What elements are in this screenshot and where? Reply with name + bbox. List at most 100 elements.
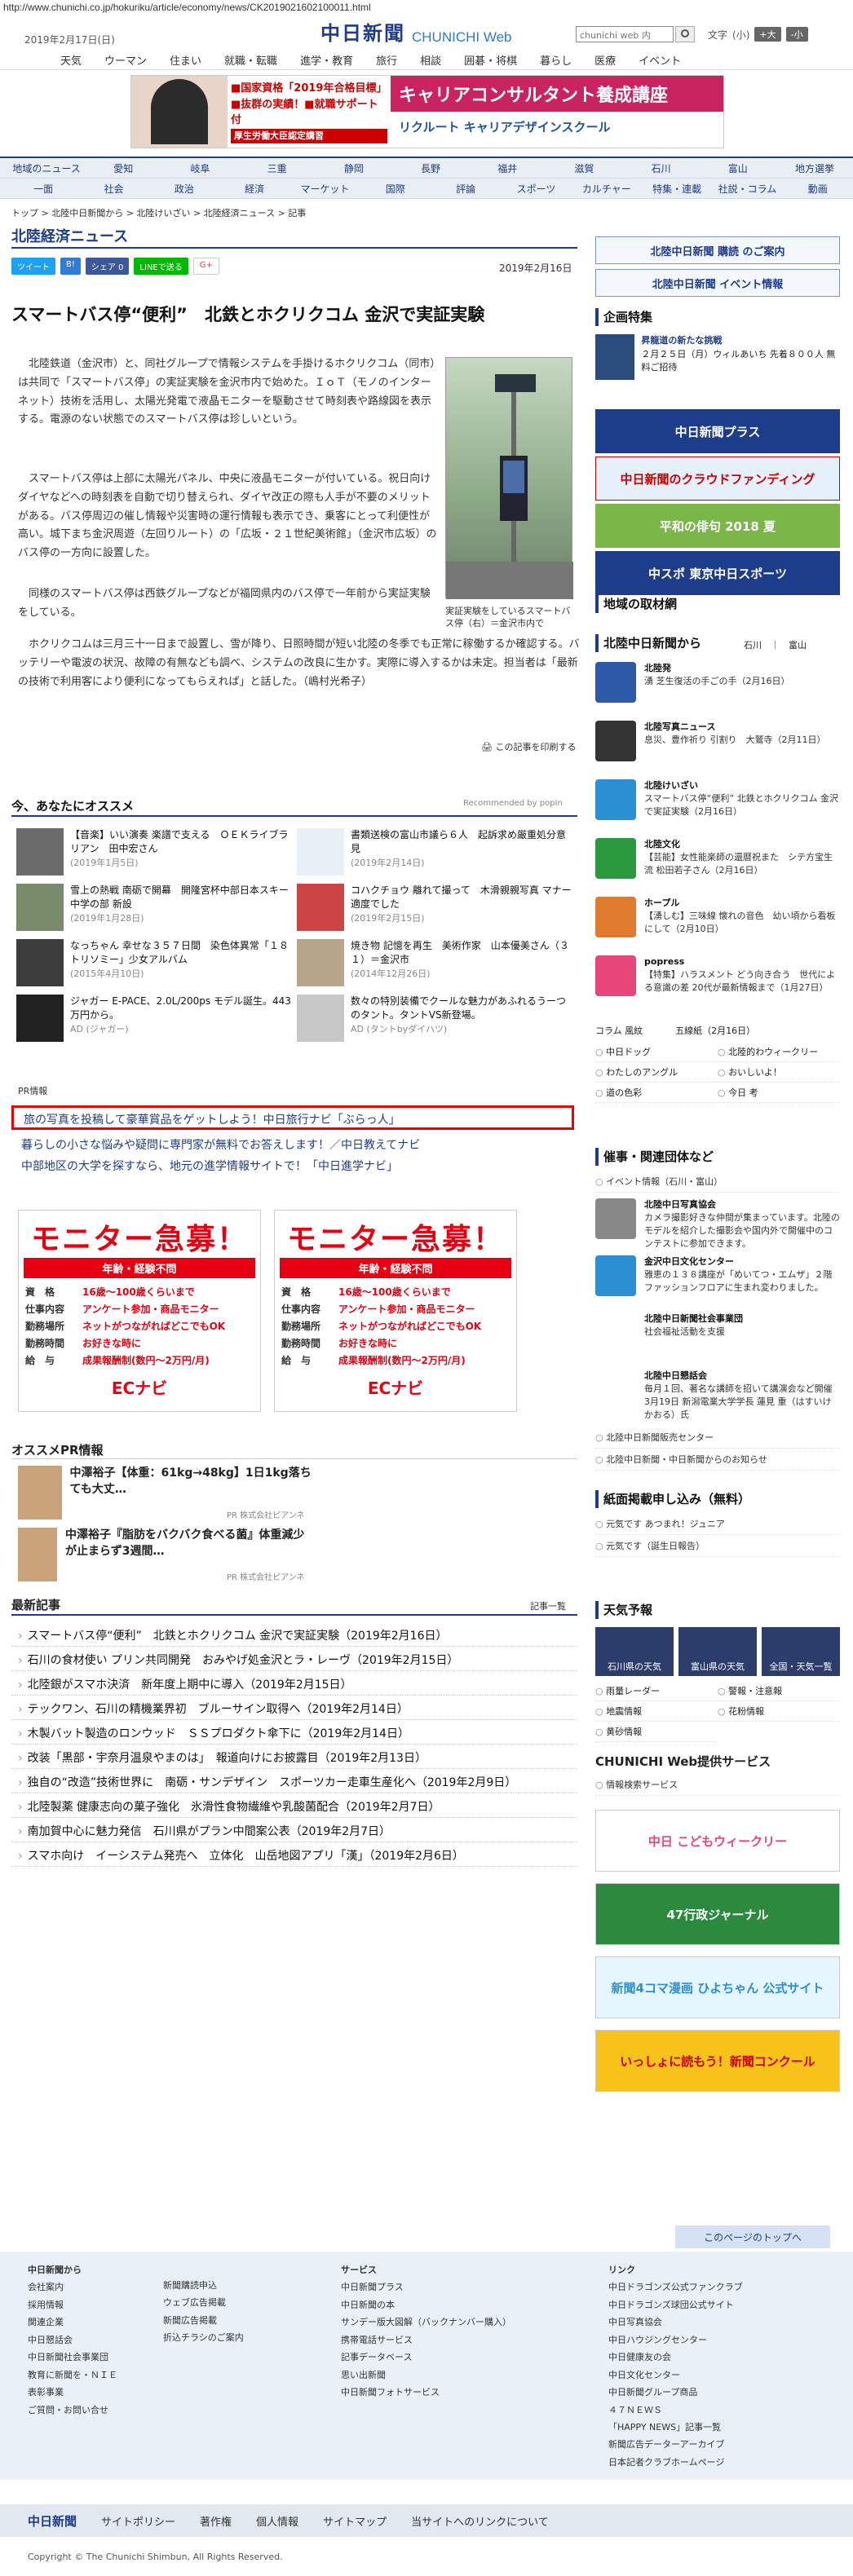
catnav-item[interactable]: 一面 bbox=[8, 182, 78, 196]
font-smaller-button[interactable]: -小 bbox=[785, 27, 808, 42]
footer-link[interactable]: 思い出新聞 bbox=[341, 2366, 511, 2384]
recommend-item[interactable]: ジャガー E-PACE、2.0L/200ps モデル誕生。443万円から。 AD … bbox=[16, 995, 294, 1043]
footer-bar-link[interactable]: 個人情報 bbox=[256, 2513, 298, 2529]
tweet-button[interactable]: ツイート bbox=[11, 258, 55, 275]
chuspo-banner[interactable]: 中スポ 東京中日スポーツ bbox=[595, 551, 840, 595]
sidebar-link[interactable]: 中日ドッグ bbox=[595, 1042, 718, 1062]
hokuriku-item[interactable]: 北陸発湧 芝生復活の手ごの手（2月16日） bbox=[595, 659, 840, 706]
column-row[interactable]: コラム 風紋 五線紙（2月16日） bbox=[595, 1024, 840, 1037]
site-logo[interactable]: 中日新聞 CHUNICHI Web bbox=[320, 21, 511, 46]
osusume-pr-item[interactable]: 中澤裕子『脂肪をバクバク食べる菌』体重減少が止まらず3週間… PR 株式会社ピア… bbox=[18, 1528, 312, 1582]
sidebar-link[interactable]: おいしいよ！ bbox=[718, 1062, 840, 1083]
catnav-item[interactable]: 特集・連載 bbox=[642, 182, 712, 196]
weather-link[interactable]: 地震情報 bbox=[595, 1701, 718, 1722]
latest-news-item[interactable]: 改装「黒部・宇奈月温泉やまのは」 報道向けにお披露目（2019年2月13日） bbox=[11, 1745, 577, 1769]
article-photo[interactable] bbox=[445, 357, 573, 599]
footer-link[interactable]: 中日新聞フォトサービス bbox=[341, 2384, 511, 2401]
footer-link[interactable]: 会社案内 bbox=[28, 2278, 117, 2296]
ecnavi-ad-right[interactable]: モニター急募！ 年齢・経験不問 資 格 16歳～100歳くらいまで 仕事内容 アンケー… bbox=[274, 1210, 517, 1412]
topnav-item[interactable]: 旅行 bbox=[365, 49, 409, 71]
footer-link[interactable]: 新聞広告掲載 bbox=[163, 2312, 244, 2329]
footer-link[interactable]: 記事データベース bbox=[341, 2349, 511, 2366]
crowdfunding-banner[interactable]: 中日新聞のクラウドファンディング bbox=[595, 457, 840, 501]
subscribe-button[interactable]: 北陸中日新聞 購読 のご案内 bbox=[595, 236, 840, 264]
topnav-item[interactable]: 相談 bbox=[409, 49, 453, 71]
footer-link[interactable]: 中日ドラゴンズ公式ファンクラブ bbox=[608, 2278, 743, 2296]
shimen-link[interactable]: 元気です（誕生日報告） bbox=[595, 1535, 840, 1557]
line-share-button[interactable]: LINEで送る bbox=[134, 258, 188, 275]
saiji-item[interactable]: 北陸中日新聞社会事業団 社会福祉活動を支援 bbox=[595, 1309, 840, 1356]
footer-link[interactable]: 中日懇話会 bbox=[28, 2331, 117, 2349]
sidebar-banner[interactable]: 47行政ジャーナル bbox=[595, 1883, 840, 1945]
pr-link-3[interactable]: 中部地区の大学を探すなら、地元の進学情報サイトで！「中日進学ナビ」 bbox=[21, 1158, 398, 1174]
latest-news-item[interactable]: 北陸製薬 健康志向の菓子強化 氷滑性食物繊維や乳酸菌配合（2019年2月7日） bbox=[11, 1793, 577, 1818]
font-bigger-button[interactable]: +大 bbox=[754, 27, 781, 42]
catnav-item[interactable]: 地域のニュース bbox=[8, 161, 85, 175]
footer-link[interactable]: 中日新聞プラス bbox=[341, 2278, 511, 2296]
weather-link[interactable]: 雨量レーダー bbox=[595, 1681, 718, 1701]
google-plus-button[interactable]: G+ bbox=[192, 258, 219, 275]
topnav-item[interactable]: イベント bbox=[627, 49, 692, 71]
catnav-item[interactable]: 岐阜 bbox=[161, 161, 238, 175]
footer-link[interactable]: 教育に新聞を・ＮＩＥ bbox=[28, 2366, 117, 2384]
weather-link[interactable]: 黄砂情報 bbox=[595, 1722, 718, 1742]
sidebar-banner[interactable]: 新聞4コマ漫画 ひよちゃん 公式サイト bbox=[595, 1956, 840, 2018]
weather-link[interactable]: 花粉情報 bbox=[718, 1701, 840, 1722]
peace-haiku-banner[interactable]: 平和の俳句 2018 夏 bbox=[595, 504, 840, 548]
site-search-input[interactable]: chunichi web 内 bbox=[576, 26, 674, 42]
search-button[interactable] bbox=[675, 26, 695, 42]
catnav-item[interactable]: 福井 bbox=[469, 161, 546, 175]
footer-link[interactable]: ご質問・お問い合せ bbox=[28, 2402, 117, 2419]
latest-news-item[interactable]: スマートバス停“便利” 北鉄とホクリクコム 金沢で実証実験（2019年2月16日… bbox=[11, 1622, 577, 1647]
recommend-item[interactable]: 【音楽】いい演奏 楽譜で支える ＯＥＫライブラリアン 田中宏さん (2019年1月… bbox=[16, 828, 294, 877]
sidebar-chiiki-title[interactable]: 地域の取材網 bbox=[595, 595, 840, 613]
footer-link[interactable]: 新聞広告データーアーカイブ bbox=[608, 2436, 743, 2453]
kikaku-item[interactable]: 昇龍道の新たな挑戦 ２月２５日（月）ウィルあいち 先着８００人 無料ご招待 bbox=[595, 334, 840, 380]
footer-link[interactable]: 中日新聞グループ商品 bbox=[608, 2384, 743, 2401]
saiji-link[interactable]: 北陸中日新聞・中日新聞からのお知らせ bbox=[595, 1449, 840, 1471]
chunichi-plus-banner[interactable]: 中日新聞プラス bbox=[595, 409, 840, 453]
sidebar-banner[interactable]: いっしょに読もう！新聞コンクール bbox=[595, 2030, 840, 2092]
recommend-item[interactable]: 数々の特別装備でクールな魅力があふれるうーつのタント。タントVS新登場。 AD (… bbox=[297, 995, 574, 1043]
catnav-item[interactable]: 愛知 bbox=[85, 161, 161, 175]
footer-link[interactable]: 中日写真協会 bbox=[608, 2314, 743, 2331]
back-to-top-button[interactable]: このページのトップへ bbox=[675, 2225, 830, 2248]
footer-link[interactable]: 関連企業 bbox=[28, 2314, 117, 2331]
hokuriku-item[interactable]: 北陸けいざい スマートバス停“便利” 北鉄とホクリクコム 金沢で実証実験（2月16… bbox=[595, 776, 840, 823]
recommend-item[interactable]: なっちゃん 幸せな３５７日間 染色体異常「１８トリソミー」少女アルバム (2015… bbox=[16, 939, 294, 988]
event-info-button[interactable]: 北陸中日新聞 イベント情報 bbox=[595, 269, 840, 297]
catnav-item[interactable]: 国際 bbox=[360, 182, 431, 196]
catnav-item[interactable]: マーケット bbox=[289, 182, 360, 196]
latest-news-item[interactable]: 北陸銀がスマホ決済 新年度上期中に導入（2019年2月15日） bbox=[11, 1671, 577, 1696]
facebook-share-button[interactable]: シェア 0 bbox=[85, 258, 130, 275]
footer-link[interactable]: 「HAPPY NEWS」記事一覧 bbox=[608, 2419, 743, 2436]
footer-link[interactable]: 折込チラシのご案内 bbox=[163, 2329, 244, 2346]
footer-link[interactable]: ４７ＮＥＷＳ bbox=[608, 2402, 743, 2419]
catnav-item[interactable]: 長野 bbox=[392, 161, 469, 175]
footer-link[interactable]: 中日ドラゴンズ球団公式サイト bbox=[608, 2296, 743, 2314]
latest-news-item[interactable]: テックワン、石川の精機業界初 ブルーサイン取得へ（2019年2月14日） bbox=[11, 1696, 577, 1720]
saiji-item[interactable]: 金沢中日文化センター 雅恵の１３８講座が「めいてつ・エムザ」２階ファッションフロア… bbox=[595, 1252, 840, 1299]
footer-link[interactable]: サンデー版大図解（バックナンバー購入） bbox=[341, 2314, 511, 2331]
footer-link[interactable]: 中日健康友の会 bbox=[608, 2349, 743, 2366]
footer-link[interactable]: 中日ハウジングセンター bbox=[608, 2331, 743, 2349]
topnav-item[interactable]: 進学・教育 bbox=[289, 49, 365, 71]
catnav-item[interactable]: 三重 bbox=[239, 161, 316, 175]
catnav-item[interactable]: 富山 bbox=[700, 161, 776, 175]
hokuriku-item[interactable]: popress 【特集】ハラスメント どう向き合う 世代による意識の差 20代が最… bbox=[595, 952, 840, 999]
sidebar-link[interactable]: 北陸的わウィークリー bbox=[718, 1042, 840, 1062]
catnav-item[interactable]: 経済 bbox=[219, 182, 289, 196]
hatena-button[interactable]: B! bbox=[60, 258, 81, 275]
saiji-item[interactable]: 北陸中日写真協会 カメラ撮影好きな仲間が集まっています。北陸のモデルを紹介した撮影… bbox=[595, 1195, 840, 1254]
saiji-item[interactable]: 北陸中日懇話会 毎月１回、著名な講師を招いて講演会など開催 3月19日 新潟電業大… bbox=[595, 1366, 840, 1425]
footer-link[interactable]: 採用情報 bbox=[28, 2296, 117, 2314]
topnav-item[interactable]: 囲碁・将棋 bbox=[453, 49, 528, 71]
footer-bar-link[interactable]: 当サイトへのリンクについて bbox=[411, 2513, 549, 2529]
topnav-item[interactable]: 天気 bbox=[49, 49, 93, 71]
footer-link[interactable]: 中日新聞社会事業団 bbox=[28, 2349, 117, 2366]
footer-link[interactable]: 新聞購読申込 bbox=[163, 2277, 244, 2294]
catnav-item[interactable]: 動画 bbox=[783, 182, 853, 196]
footer-bar-link[interactable]: 著作権 bbox=[200, 2513, 232, 2529]
shimen-link[interactable]: 元気です あつまれ！ジュニア bbox=[595, 1513, 840, 1535]
catnav-item[interactable]: スポーツ bbox=[501, 182, 571, 196]
